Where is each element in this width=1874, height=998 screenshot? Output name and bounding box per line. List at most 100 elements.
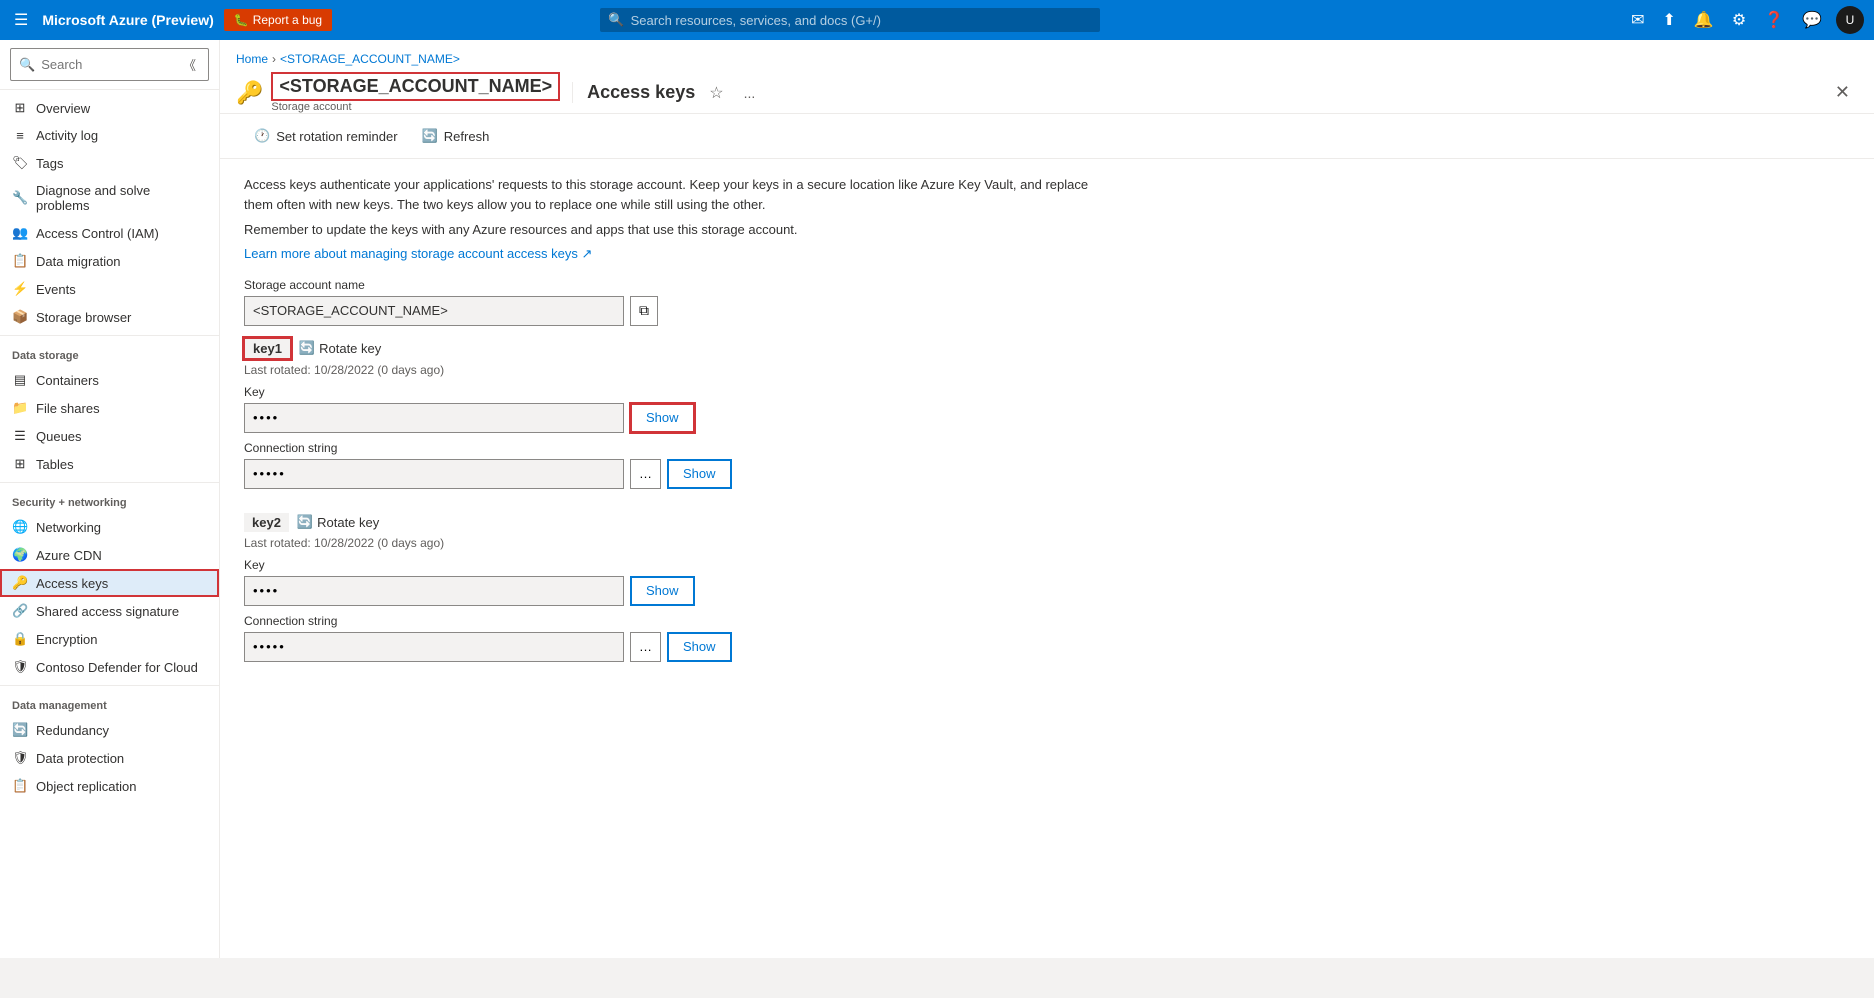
sidebar-item-diagnose[interactable]: 🔧 Diagnose and solve problems: [0, 177, 219, 219]
settings-icon[interactable]: ⚙: [1728, 8, 1750, 32]
topbar: ☰ Microsoft Azure (Preview) 🐛 Report a b…: [0, 0, 1874, 40]
diagnose-icon: 🔧: [12, 190, 28, 206]
set-rotation-reminder-button[interactable]: 🕐 Set rotation reminder: [244, 122, 408, 150]
networking-icon: 🌐: [12, 519, 28, 535]
breadcrumb-home[interactable]: Home: [236, 52, 268, 66]
file-shares-icon: 📁: [12, 400, 28, 416]
sidebar-item-events[interactable]: ⚡ Events: [0, 275, 219, 303]
key1-connection-show-button[interactable]: Show: [667, 459, 732, 489]
sidebar-item-defender[interactable]: 🛡 Contoso Defender for Cloud: [0, 653, 219, 681]
more-options-icon[interactable]: ...: [738, 83, 762, 103]
defender-icon: 🛡: [12, 659, 28, 675]
sidebar-search-container[interactable]: 🔍 《: [10, 48, 209, 81]
key2-connection-input[interactable]: [244, 632, 624, 662]
sidebar-item-access-control[interactable]: 👥 Access Control (IAM): [0, 219, 219, 247]
key1-connection-label: Connection string: [244, 441, 1096, 455]
sidebar-search-icon: 🔍: [19, 57, 35, 73]
activity-log-icon: ≡: [12, 128, 28, 143]
sidebar-item-queues[interactable]: ☰ Queues: [0, 422, 219, 450]
learn-more-link[interactable]: Learn more about managing storage accoun…: [244, 246, 592, 261]
copy-account-name-button[interactable]: ⧉: [630, 296, 658, 326]
storage-account-name-input[interactable]: [244, 296, 624, 326]
info-line1: Access keys authenticate your applicatio…: [244, 175, 1096, 214]
sidebar-item-overview[interactable]: ⊞ Overview: [0, 94, 219, 122]
sidebar-search-input[interactable]: [41, 57, 173, 72]
sidebar-item-data-protection[interactable]: 🛡 Data protection: [0, 744, 219, 772]
key1-section: key1 🔄 Rotate key Last rotated: 10/28/20…: [244, 338, 1096, 489]
close-button[interactable]: ✕: [1827, 80, 1858, 105]
key2-header: key2 🔄 Rotate key: [244, 513, 1096, 532]
sidebar-item-azure-cdn[interactable]: 🌍 Azure CDN: [0, 541, 219, 569]
sidebar-item-file-shares[interactable]: 📁 File shares: [0, 394, 219, 422]
resource-name: <STORAGE_ACCOUNT_NAME>: [271, 72, 560, 101]
key2-badge: key2: [244, 513, 289, 532]
topbar-icons: ✉ ⬆ 🔔 ⚙ ❓ 💬 U: [1627, 6, 1864, 34]
key2-rotate-button[interactable]: 🔄 Rotate key: [297, 514, 379, 530]
key2-key-row: Show: [244, 576, 1096, 606]
key1-show-button[interactable]: Show: [630, 403, 695, 433]
global-search-bar[interactable]: 🔍: [600, 8, 1100, 32]
sidebar-item-activity-log[interactable]: ≡ Activity log: [0, 122, 219, 149]
bell-icon[interactable]: 🔔: [1690, 8, 1718, 32]
access-control-icon: 👥: [12, 225, 28, 241]
sidebar-item-storage-browser[interactable]: 📦 Storage browser: [0, 303, 219, 331]
key2-rotate-icon: 🔄: [297, 514, 313, 530]
storage-account-name-label: Storage account name: [244, 278, 1096, 292]
encryption-icon: 🔒: [12, 631, 28, 647]
key1-last-rotated: Last rotated: 10/28/2022 (0 days ago): [244, 363, 1096, 377]
sidebar-item-object-replication[interactable]: 📋 Object replication: [0, 772, 219, 800]
toolbar: 🕐 Set rotation reminder 🔄 Refresh: [220, 114, 1874, 159]
access-keys-icon: 🔑: [12, 575, 28, 591]
feedback-icon[interactable]: 💬: [1798, 8, 1826, 32]
storage-account-name-group: Storage account name ⧉: [244, 278, 1096, 326]
key2-connection-ellipsis-button[interactable]: …: [630, 632, 661, 662]
sidebar-item-containers[interactable]: ▤ Containers: [0, 366, 219, 394]
hamburger-menu-icon[interactable]: ☰: [10, 6, 32, 34]
sidebar-item-networking[interactable]: 🌐 Networking: [0, 513, 219, 541]
sidebar-item-tables[interactable]: ⊞ Tables: [0, 450, 219, 478]
cloud-upload-icon[interactable]: ⬆: [1658, 8, 1679, 32]
breadcrumb-account[interactable]: <STORAGE_ACCOUNT_NAME>: [280, 52, 460, 66]
key2-section: key2 🔄 Rotate key Last rotated: 10/28/20…: [244, 513, 1096, 662]
shared-access-icon: 🔗: [12, 603, 28, 619]
key2-key-input[interactable]: [244, 576, 624, 606]
favorite-icon[interactable]: ☆: [703, 81, 729, 105]
global-search-input[interactable]: [631, 13, 1093, 28]
refresh-icon: 🔄: [422, 128, 438, 144]
resource-name-section: <STORAGE_ACCOUNT_NAME> Storage account: [271, 72, 560, 113]
data-management-header: Data management: [0, 690, 219, 716]
email-icon[interactable]: ✉: [1627, 8, 1648, 32]
key2-connection-group: Connection string … Show: [244, 614, 1096, 662]
sidebar-item-redundancy[interactable]: 🔄 Redundancy: [0, 716, 219, 744]
key1-rotate-button[interactable]: 🔄 Rotate key: [299, 340, 381, 356]
key1-connection-ellipsis-button[interactable]: …: [630, 459, 661, 489]
help-icon[interactable]: ❓: [1760, 8, 1788, 32]
breadcrumb: Home › <STORAGE_ACCOUNT_NAME>: [236, 50, 1858, 72]
content-area: Home › <STORAGE_ACCOUNT_NAME> 🔑 <STORAGE…: [220, 40, 1874, 958]
key1-badge: key1: [244, 338, 291, 359]
sidebar-item-encryption[interactable]: 🔒 Encryption: [0, 625, 219, 653]
page-content: 🕐 Set rotation reminder 🔄 Refresh Access…: [220, 114, 1874, 958]
report-bug-button[interactable]: 🐛 Report a bug: [224, 9, 332, 31]
user-avatar[interactable]: U: [1836, 6, 1864, 34]
events-icon: ⚡: [12, 281, 28, 297]
key2-connection-show-button[interactable]: Show: [667, 632, 732, 662]
refresh-button[interactable]: 🔄 Refresh: [412, 122, 500, 150]
sidebar-item-data-migration[interactable]: 📋 Data migration: [0, 247, 219, 275]
sidebar-item-tags[interactable]: 🏷 Tags: [0, 149, 219, 177]
sidebar-item-access-keys[interactable]: 🔑 Access keys: [0, 569, 219, 597]
key1-connection-input[interactable]: [244, 459, 624, 489]
bug-icon: 🐛: [234, 13, 249, 27]
sidebar-search-wrap: 🔍 《: [0, 40, 219, 90]
key1-key-input[interactable]: [244, 403, 624, 433]
key1-rotate-icon: 🔄: [299, 340, 315, 356]
clock-icon: 🕐: [254, 128, 270, 144]
key1-connection-row: … Show: [244, 459, 1096, 489]
key2-last-rotated: Last rotated: 10/28/2022 (0 days ago): [244, 536, 1096, 550]
key2-show-button[interactable]: Show: [630, 576, 695, 606]
key2-connection-row: … Show: [244, 632, 1096, 662]
azure-cdn-icon: 🌍: [12, 547, 28, 563]
sidebar: 🔍 《 ⊞ Overview ≡ Activity log 🏷 Tags 🔧 D…: [0, 40, 220, 958]
sidebar-item-shared-access[interactable]: 🔗 Shared access signature: [0, 597, 219, 625]
sidebar-collapse-icon[interactable]: 《: [179, 53, 200, 76]
